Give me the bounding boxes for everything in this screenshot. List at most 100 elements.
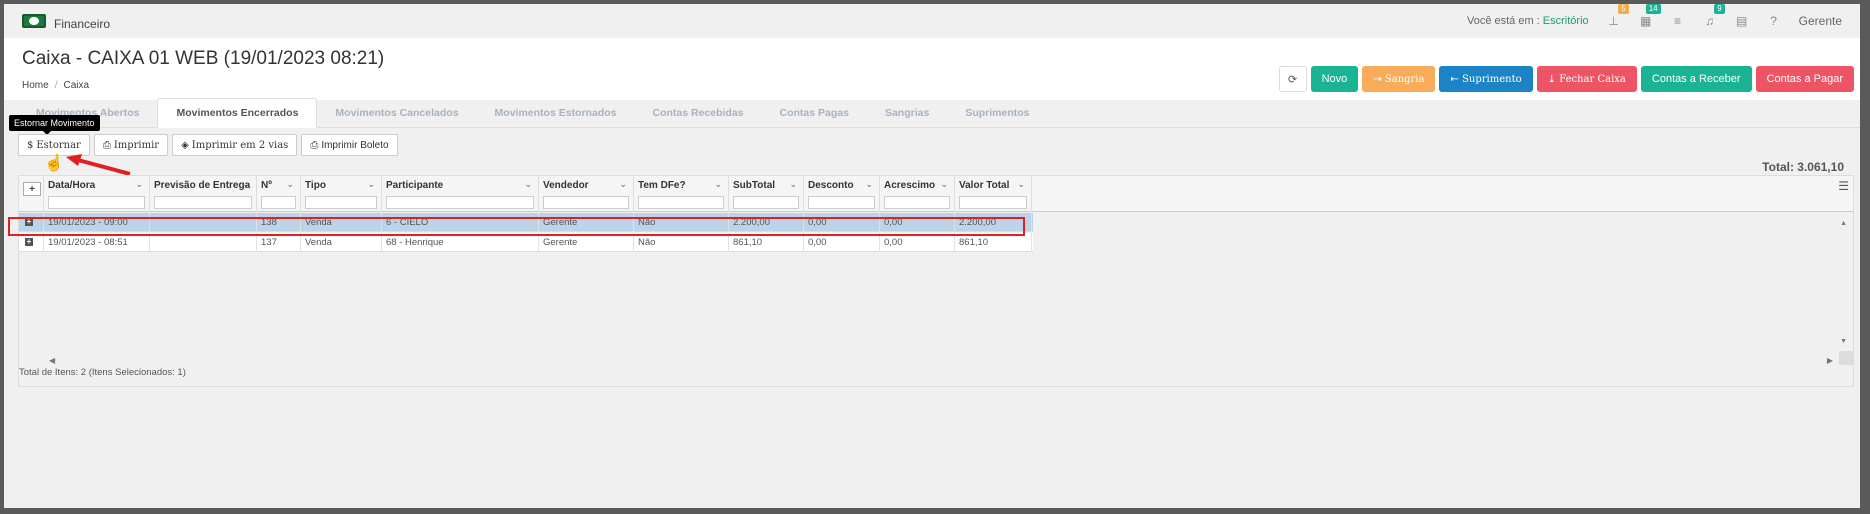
tab-contas-pagas[interactable]: Contas Pagas <box>762 99 867 127</box>
location-indicator: Você está em : Escritório <box>1466 15 1589 27</box>
refresh-button[interactable]: ⟳ <box>1278 66 1307 92</box>
cell-numero: 138 <box>257 213 301 232</box>
cell-data-hora: 19/01/2023 - 08:51 <box>44 233 150 252</box>
money-logo-icon <box>22 14 46 28</box>
dollar-icon: $ <box>27 139 34 151</box>
expand-row-icon[interactable]: + <box>25 218 33 226</box>
filter-tipo[interactable] <box>305 196 377 209</box>
tab-suprimentos[interactable]: Suprimentos <box>947 99 1047 127</box>
cell-participante: 68 - Henrique <box>382 233 539 252</box>
print-icon: ⎙ <box>310 139 319 151</box>
filter-previsao[interactable] <box>154 196 252 209</box>
imprimir-2-vias-button[interactable]: ◈ Imprimir em 2 vias <box>172 134 298 156</box>
filter-valor-total[interactable] <box>959 196 1027 209</box>
bell-icon[interactable]: ♫ 9 <box>1703 4 1725 28</box>
download-icon: ⤓ <box>1547 73 1557 85</box>
cell-subtotal: 861,10 <box>729 233 804 252</box>
help-icon[interactable]: ? <box>1767 14 1781 28</box>
cell-participante: 6 - CIELO <box>382 213 539 232</box>
col-valor-total[interactable]: Valor Total ⌄ <box>955 176 1032 212</box>
scroll-right-icon[interactable]: ▶ <box>1827 356 1833 365</box>
chevron-down-icon[interactable]: ⌄ <box>714 179 722 190</box>
cell-desconto: 0,00 <box>804 213 880 232</box>
sign-out-icon: ⇥ <box>1373 73 1382 85</box>
cell-acrescimo: 0,00 <box>880 233 955 252</box>
sitemap-badge: 5 <box>1618 4 1629 14</box>
chevron-down-icon[interactable]: ⌄ <box>135 179 143 190</box>
user-menu[interactable]: Gerente <box>1799 14 1842 28</box>
sangria-button[interactable]: ⇥ Sangria <box>1362 66 1436 92</box>
grid-footer: Total de Itens: 2 (Itens Selecionados: 1… <box>19 367 186 378</box>
scroll-down-icon[interactable]: ▼ <box>1840 338 1847 345</box>
cell-tipo: Venda <box>301 233 382 252</box>
col-vendedor[interactable]: Vendedor ⌄ <box>539 176 634 212</box>
scroll-left-icon[interactable]: ◀ <box>49 356 55 365</box>
filter-tem-dfe[interactable] <box>638 196 724 209</box>
novo-button[interactable]: Novo <box>1310 66 1359 92</box>
sign-in-icon: ⇤ <box>1450 73 1459 85</box>
chevron-down-icon[interactable]: ⌄ <box>1017 179 1025 190</box>
filter-acrescimo[interactable] <box>884 196 950 209</box>
col-subtotal[interactable]: SubTotal ⌄ <box>729 176 804 212</box>
column-menu-icon[interactable]: ☰ <box>1838 179 1849 193</box>
breadcrumb-current: Caixa <box>63 80 90 91</box>
cell-valor-total: 2.200,00 <box>955 213 1032 232</box>
breadcrumb-home[interactable]: Home <box>22 80 49 91</box>
sitemap-icon[interactable]: ⊥ 5 <box>1607 4 1629 28</box>
cell-desconto: 0,00 <box>804 233 880 252</box>
tab-sangrias[interactable]: Sangrias <box>867 99 947 127</box>
print-icon: ⎙ <box>102 139 111 151</box>
app-window: Financeiro Você está em : Escritório ⊥ 5 … <box>4 4 1860 508</box>
col-desconto[interactable]: Desconto ⌄ <box>804 176 880 212</box>
imprimir-boleto-button[interactable]: ⎙ Imprimir Boleto <box>301 134 398 156</box>
col-previsao[interactable]: Previsão de Entrega ⌄ <box>150 176 257 212</box>
expand-row-icon[interactable]: + <box>25 238 33 246</box>
chevron-down-icon[interactable]: ⌄ <box>789 179 797 190</box>
col-tem-dfe[interactable]: Tem DFe? ⌄ <box>634 176 729 212</box>
filter-vendedor[interactable] <box>543 196 629 209</box>
suprimento-button[interactable]: ⇤ Suprimento <box>1439 66 1533 92</box>
chevron-down-icon[interactable]: ⌄ <box>619 179 627 190</box>
col-data-hora[interactable]: Data/Hora ⌄ <box>44 176 150 212</box>
estornar-tooltip: Estornar Movimento <box>9 115 100 135</box>
chevron-down-icon[interactable]: ⌄ <box>524 179 532 190</box>
cell-tipo: Venda <box>301 213 382 232</box>
fechar-caixa-button[interactable]: ⤓ Fechar Caixa <box>1536 66 1637 92</box>
movements-grid: + Data/Hora ⌄ Previsão de Entrega ⌄ Nº ⌄ Ti… <box>18 175 1854 387</box>
filter-data-hora[interactable] <box>48 196 145 209</box>
tab-movimentos-encerrados[interactable]: Movimentos Encerrados <box>157 98 318 128</box>
expand-all-icon[interactable]: + <box>23 182 41 196</box>
contas-receber-button[interactable]: Contas a Receber <box>1640 66 1752 92</box>
table-row[interactable]: + 19/01/2023 - 09:00 138 Venda 6 - CIELO… <box>19 213 1033 232</box>
imprimir-button[interactable]: ⎙ Imprimir <box>93 134 169 156</box>
refresh-icon: ⟳ <box>1288 73 1298 86</box>
location-link[interactable]: Escritório <box>1543 15 1589 27</box>
chevron-down-icon[interactable]: ⌄ <box>286 179 294 190</box>
app-name: Financeiro <box>54 16 111 31</box>
calendar-icon[interactable]: ▤ <box>1735 14 1749 28</box>
page-header: Caixa - CAIXA 01 WEB (19/01/2023 08:21) … <box>4 38 1860 100</box>
tab-movimentos-cancelados[interactable]: Movimentos Cancelados <box>317 99 476 127</box>
cell-data-hora: 19/01/2023 - 09:00 <box>44 213 150 232</box>
filter-subtotal[interactable] <box>733 196 799 209</box>
chevron-down-icon[interactable]: ⌄ <box>367 179 375 190</box>
col-acrescimo[interactable]: Acrescimo ⌄ <box>880 176 955 212</box>
col-participante[interactable]: Participante ⌄ <box>382 176 539 212</box>
col-numero[interactable]: Nº ⌄ <box>257 176 301 212</box>
list-icon[interactable]: ≡ <box>1671 14 1685 28</box>
filter-numero[interactable] <box>261 196 296 209</box>
chevron-down-icon[interactable]: ⌄ <box>865 179 873 190</box>
chevron-down-icon[interactable]: ⌄ <box>940 179 948 190</box>
cell-previsao <box>150 233 257 252</box>
tab-movimentos-estornados[interactable]: Movimentos Estornados <box>477 99 635 127</box>
contas-pagar-button[interactable]: Contas a Pagar <box>1755 66 1854 92</box>
table-row[interactable]: + 19/01/2023 - 08:51 137 Venda 68 - Henr… <box>19 233 1033 252</box>
chevron-down-icon[interactable]: ⌄ <box>242 179 250 190</box>
col-tipo[interactable]: Tipo ⌄ <box>301 176 382 212</box>
cell-subtotal: 2.200,00 <box>729 213 804 232</box>
filter-participante[interactable] <box>386 196 534 209</box>
scroll-up-icon[interactable]: ▲ <box>1840 220 1847 227</box>
filter-desconto[interactable] <box>808 196 875 209</box>
tab-contas-recebidas[interactable]: Contas Recebidas <box>634 99 761 127</box>
grid-icon[interactable]: ▦ 14 <box>1639 4 1661 28</box>
